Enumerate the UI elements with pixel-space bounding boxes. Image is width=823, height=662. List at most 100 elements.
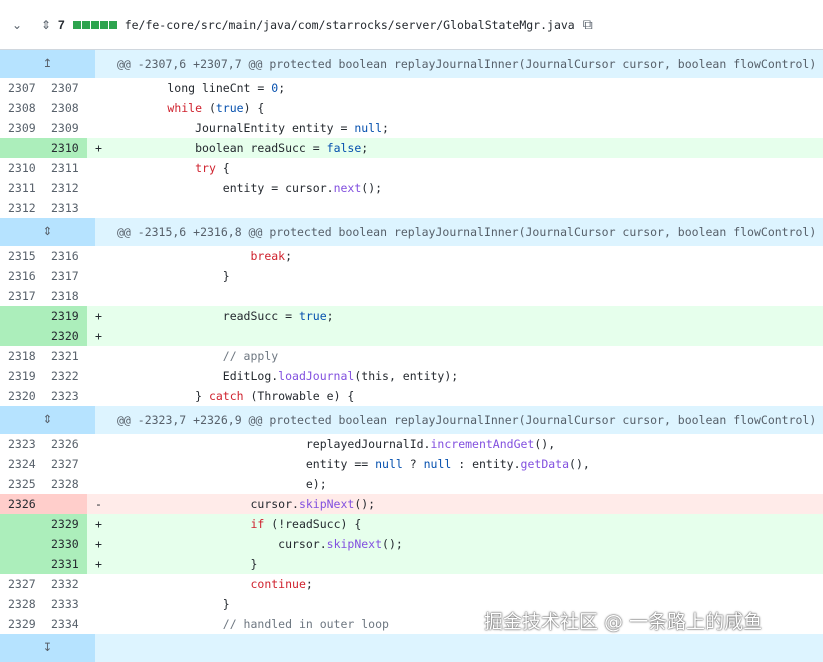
diff-line: 2323 2326 replayedJournalId.incrementAndG… [0, 434, 823, 454]
new-line-number[interactable]: 2323 [40, 386, 87, 406]
new-line-number[interactable]: 2318 [40, 286, 87, 306]
diffstat-block [99, 20, 108, 29]
old-line-number[interactable]: 2316 [0, 266, 40, 286]
expand-down-icon[interactable]: ↧ [0, 634, 95, 662]
hunk-header-text: @@ -2315,6 +2316,8 @@ protected boolean … [117, 225, 817, 239]
diff-line: 2329 + if (!readSucc) { [0, 514, 823, 534]
diff-line: 2327 2332 continue; [0, 574, 823, 594]
new-line-number[interactable]: 2333 [40, 594, 87, 614]
old-line-number[interactable]: 2328 [0, 594, 40, 614]
old-line-number[interactable]: 2329 [0, 614, 40, 634]
code-line: } [112, 557, 258, 571]
old-line-number[interactable] [0, 138, 40, 158]
code-line: EditLog.loadJournal(this, entity); [112, 369, 459, 383]
new-line-number[interactable]: 2320 [40, 326, 87, 346]
old-line-number[interactable]: 2308 [0, 98, 40, 118]
old-line-number[interactable] [0, 306, 40, 326]
old-line-number[interactable]: 2323 [0, 434, 40, 454]
diff-marker [87, 158, 112, 178]
diff-line: 2311 2312 entity = cursor.next(); [0, 178, 823, 198]
diff-line: 2326 - cursor.skipNext(); [0, 494, 823, 514]
new-line-number[interactable]: 2327 [40, 454, 87, 474]
hunk-header-text: @@ -2307,6 +2307,7 @@ protected boolean … [117, 57, 817, 71]
old-line-number[interactable] [0, 326, 40, 346]
unfold-icon[interactable]: ⇕ [38, 18, 54, 32]
diff-line: 2319 2322 EditLog.loadJournal(this, entit… [0, 366, 823, 386]
diff-marker [87, 366, 112, 386]
chevron-down-icon[interactable]: ⌄ [12, 18, 26, 32]
diff-marker [87, 434, 112, 454]
old-line-number[interactable]: 2311 [0, 178, 40, 198]
copy-icon[interactable]: ⧉ [583, 16, 593, 33]
old-line-number[interactable]: 2315 [0, 246, 40, 266]
old-line-number[interactable]: 2312 [0, 198, 40, 218]
new-line-number[interactable] [40, 494, 87, 514]
new-line-number[interactable]: 2310 [40, 138, 87, 158]
old-line-number[interactable] [0, 514, 40, 534]
hunk-footer: ↧ [0, 634, 823, 662]
code-line: // apply [222, 349, 279, 363]
expand-both-icon[interactable]: ⇕ [0, 406, 95, 434]
new-line-number[interactable]: 2331 [40, 554, 87, 574]
diff-marker [87, 246, 112, 266]
diff-marker: + [95, 517, 102, 531]
old-line-number[interactable]: 2310 [0, 158, 40, 178]
diffstat-block [90, 20, 99, 29]
diffstat-block [72, 20, 81, 29]
expand-both-icon[interactable]: ⇕ [0, 218, 95, 246]
file-path[interactable]: fe/fe-core/src/main/java/com/starrocks/s… [125, 18, 575, 32]
new-line-number[interactable]: 2334 [40, 614, 87, 634]
diff-line: 2307 2307 long lineCnt = 0; [0, 78, 823, 98]
new-line-number[interactable]: 2321 [40, 346, 87, 366]
new-line-number[interactable]: 2309 [40, 118, 87, 138]
new-line-number[interactable]: 2319 [40, 306, 87, 326]
new-line-number[interactable]: 2326 [40, 434, 87, 454]
diff-line: 2319 + readSucc = true; [0, 306, 823, 326]
new-line-number[interactable]: 2308 [40, 98, 87, 118]
new-line-number[interactable]: 2332 [40, 574, 87, 594]
old-line-number[interactable]: 2326 [0, 494, 40, 514]
diff-line: 2316 2317 } [0, 266, 823, 286]
diff-line: 2320 + [0, 326, 823, 346]
new-line-number[interactable]: 2322 [40, 366, 87, 386]
code-line: if (!readSucc) { [250, 517, 362, 531]
change-count: 7 [58, 17, 65, 32]
old-line-number[interactable] [0, 534, 40, 554]
expand-up-icon[interactable]: ↥ [0, 50, 95, 78]
new-line-number[interactable]: 2312 [40, 178, 87, 198]
code-line: e); [112, 477, 327, 491]
old-line-number[interactable]: 2317 [0, 286, 40, 306]
code-line: continue; [250, 577, 313, 591]
diff-line: 2310 2311 try { [0, 158, 823, 178]
new-line-number[interactable]: 2328 [40, 474, 87, 494]
old-line-number[interactable]: 2320 [0, 386, 40, 406]
old-line-number[interactable] [0, 554, 40, 574]
new-line-number[interactable]: 2317 [40, 266, 87, 286]
old-line-number[interactable]: 2307 [0, 78, 40, 98]
diff-marker [87, 386, 112, 406]
old-line-number[interactable]: 2319 [0, 366, 40, 386]
new-line-number[interactable]: 2316 [40, 246, 87, 266]
diff-marker: - [95, 497, 102, 511]
old-line-number[interactable]: 2327 [0, 574, 40, 594]
old-line-number[interactable]: 2309 [0, 118, 40, 138]
code-line: } catch (Throwable e) { [112, 389, 355, 403]
old-line-number[interactable]: 2325 [0, 474, 40, 494]
old-line-number[interactable]: 2324 [0, 454, 40, 474]
code-line: JournalEntity entity = null; [112, 121, 389, 135]
diff-marker: + [95, 329, 102, 343]
diff-line: 2320 2323 } catch (Throwable e) { [0, 386, 823, 406]
code-line: try { [195, 161, 230, 175]
new-line-number[interactable]: 2329 [40, 514, 87, 534]
diff-marker [87, 266, 112, 286]
new-line-number[interactable]: 2330 [40, 534, 87, 554]
old-line-number[interactable]: 2318 [0, 346, 40, 366]
diff-marker [87, 78, 112, 98]
hunk-header: ⇕ @@ -2315,6 +2316,8 @@ protected boolean… [0, 218, 823, 246]
new-line-number[interactable]: 2313 [40, 198, 87, 218]
new-line-number[interactable]: 2311 [40, 158, 87, 178]
new-line-number[interactable]: 2307 [40, 78, 87, 98]
diff-line: 2308 2308 while (true) { [0, 98, 823, 118]
